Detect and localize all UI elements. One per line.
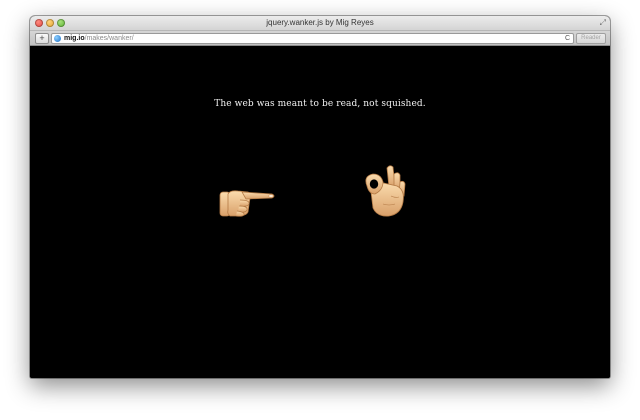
page-content: The web was meant to be read, not squish… [30,46,610,378]
globe-icon [54,35,61,42]
page-message: The web was meant to be read, not squish… [214,99,426,109]
reader-button[interactable]: Reader [576,33,606,44]
ok-hand-icon [365,165,406,217]
add-bookmark-button[interactable]: + [35,33,49,44]
url-path: /makes/wanker/ [84,35,134,42]
browser-toolbar: + mig.io/makes/wanker/ C Reader [30,31,610,46]
reload-icon[interactable]: C [565,34,570,43]
fullscreen-icon[interactable]: ⤢ [600,18,606,28]
browser-window: jquery.wanker.js by Mig Reyes ⤢ + mig.io… [30,16,610,378]
pointing-hand-icon [219,190,275,217]
address-bar[interactable]: mig.io/makes/wanker/ C [51,33,574,44]
url-host: mig.io [64,35,85,42]
url-text: mig.io/makes/wanker/ [64,34,134,43]
title-bar: jquery.wanker.js by Mig Reyes ⤢ [30,16,610,31]
window-title: jquery.wanker.js by Mig Reyes [266,18,374,27]
